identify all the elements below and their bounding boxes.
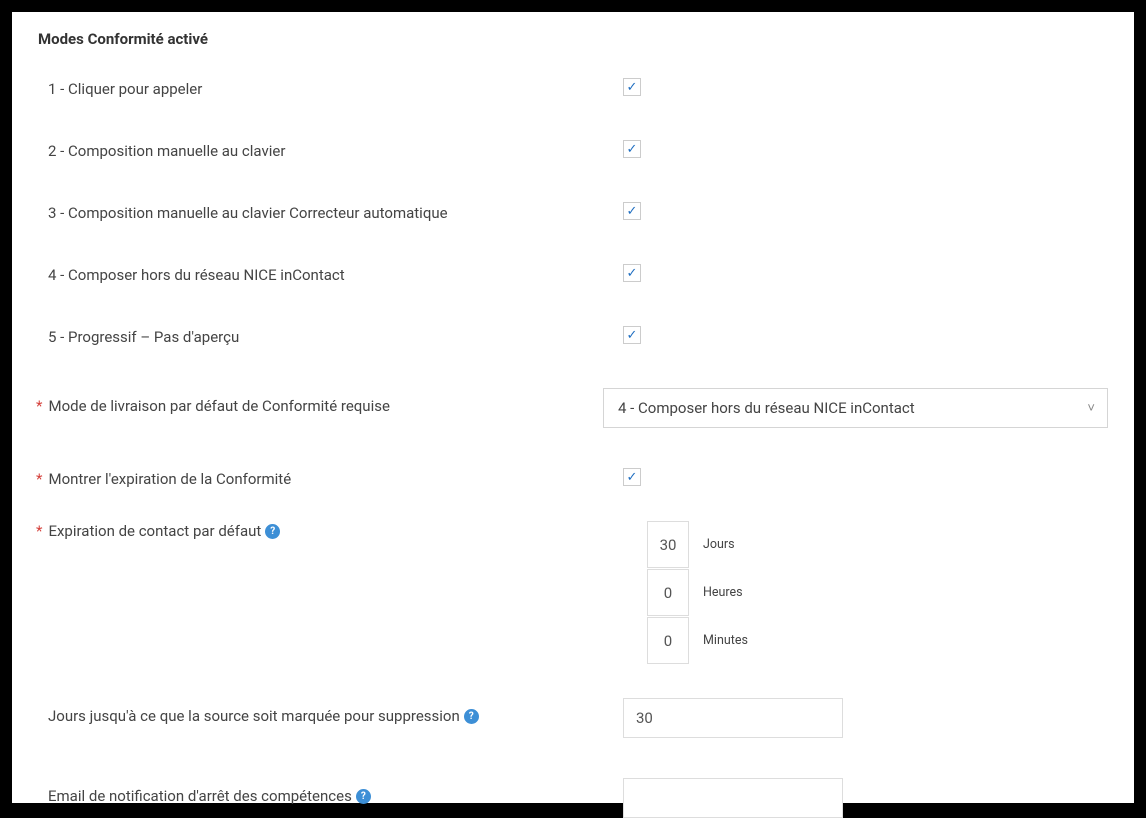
mode-row: 4 - Composer hors du réseau NICE inConta… [38,264,1108,286]
show-expiration-row: * Montrer l'expiration de la Conformité … [38,468,1108,490]
mode-checkbox-1[interactable]: ✓ [623,78,641,96]
minutes-input[interactable]: 0 [647,617,689,664]
mode-row: 1 - Cliquer pour appeler ✓ [38,78,1108,100]
show-expiration-label: Montrer l'expiration de la Conformité [48,470,291,488]
chevron-down-icon: ˅ [1087,400,1095,416]
mode-row: 5 - Progressif – Pas d'aperçu ✓ [38,326,1108,348]
mode-row: 3 - Composition manuelle au clavier Corr… [38,202,1108,224]
days-input[interactable]: 30 [647,521,689,568]
required-marker: * [36,522,42,540]
duration-stack: 30 Jours 0 Heures 0 Minutes [647,520,748,664]
mode-label: 4 - Composer hors du réseau NICE inConta… [48,266,345,284]
required-marker: * [36,397,42,415]
default-delivery-label: Mode de livraison par défaut de Conformi… [48,397,389,415]
mode-checkbox-2[interactable]: ✓ [623,140,641,158]
days-until-marked-label: Jours jusqu'à ce que la source soit marq… [48,707,460,725]
help-icon[interactable]: ? [356,789,371,804]
default-expiration-row: * Expiration de contact par défaut ? 30 … [38,520,1108,664]
mode-row: 2 - Composition manuelle au clavier ✓ [38,140,1108,162]
days-until-marked-row: Jours jusqu'à ce que la source soit marq… [38,698,1108,738]
days-until-marked-input[interactable] [623,698,843,738]
mode-checkbox-3[interactable]: ✓ [623,202,641,220]
help-icon[interactable]: ? [464,709,479,724]
settings-panel: Modes Conformité activé 1 - Cliquer pour… [12,12,1134,803]
select-value: 4 - Composer hors du réseau NICE inConta… [618,399,915,417]
default-delivery-row: * Mode de livraison par défaut de Confor… [38,388,1108,428]
default-expiration-label: Expiration de contact par défaut [48,522,261,540]
minutes-unit: Minutes [703,633,748,648]
mode-checkbox-4[interactable]: ✓ [623,264,641,282]
mode-label: 1 - Cliquer pour appeler [48,80,202,98]
mode-label: 2 - Composition manuelle au clavier [48,142,285,160]
mode-label: 3 - Composition manuelle au clavier Corr… [48,204,448,222]
show-expiration-checkbox[interactable]: ✓ [623,468,641,486]
section-title: Modes Conformité activé [38,30,1108,48]
mode-checkbox-5[interactable]: ✓ [623,326,641,344]
hours-input[interactable]: 0 [647,569,689,616]
stop-email-row: Email de notification d'arrêt des compét… [38,778,1108,818]
mode-label: 5 - Progressif – Pas d'aperçu [48,328,239,346]
stop-email-label: Email de notification d'arrêt des compét… [48,787,352,805]
days-unit: Jours [703,537,735,552]
help-icon[interactable]: ? [265,524,280,539]
required-marker: * [36,470,42,488]
hours-unit: Heures [703,585,743,600]
default-delivery-select[interactable]: 4 - Composer hors du réseau NICE inConta… [603,388,1108,428]
stop-email-input[interactable] [623,778,843,818]
